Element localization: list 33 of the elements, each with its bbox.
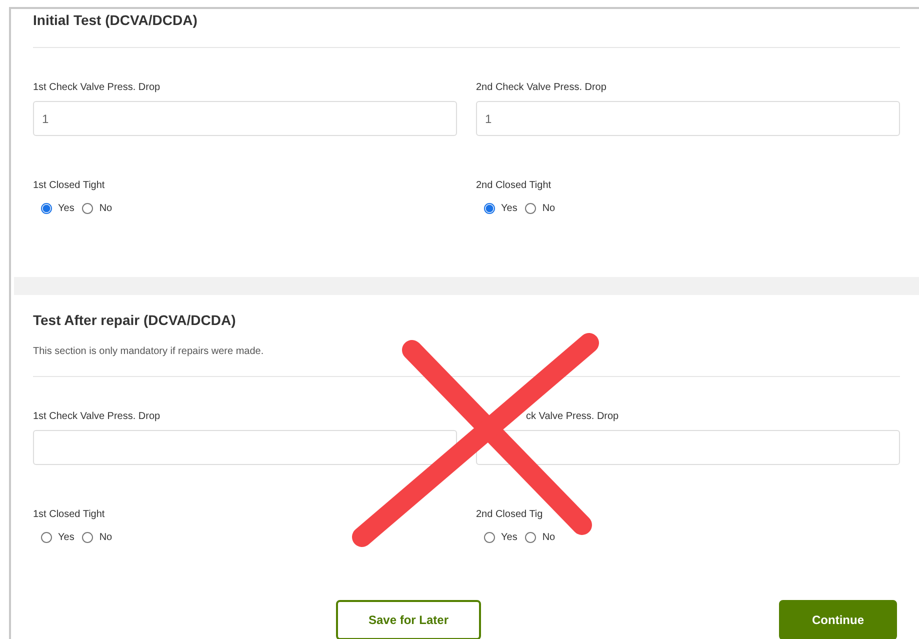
field-label: 2nd Closed Tig <box>476 508 543 522</box>
section-title: Initial Test (DCVA/DCDA) <box>33 11 198 30</box>
radio-button[interactable] <box>82 203 94 214</box>
section-note: This section is only mandatory if repairs were made. <box>33 345 265 359</box>
radio-label: Yes <box>58 532 74 543</box>
radio-label: No <box>542 532 556 543</box>
radio-label: Yes <box>501 203 518 214</box>
input-field[interactable] <box>476 430 900 465</box>
radio-label: Yes <box>501 532 518 543</box>
input-field[interactable]: 1 <box>33 101 457 136</box>
radio-button[interactable] <box>41 532 52 543</box>
radio-button[interactable] <box>82 532 94 543</box>
radio-label: No <box>542 203 556 214</box>
radio-label: Yes <box>58 203 74 214</box>
field-label: ck Valve Press. Drop <box>526 410 619 424</box>
section-title: Test After repair (DCVA/DCDA) <box>33 311 237 330</box>
radio-button[interactable] <box>525 203 536 214</box>
input-field[interactable] <box>33 430 457 465</box>
field-label: 2nd Check Valve Press. Drop <box>476 81 606 95</box>
radio-button[interactable] <box>525 532 536 543</box>
input-field[interactable]: 1 <box>476 101 900 136</box>
field-label: 1st Closed Tight <box>33 179 105 193</box>
save-button[interactable]: Save for Later <box>336 600 481 639</box>
field-label: 1st Check Valve Press. Drop <box>33 81 160 95</box>
radio-button[interactable] <box>484 203 495 214</box>
field-label: 1st Check Valve Press. Drop <box>33 410 160 424</box>
field-label: 2nd Closed Tight <box>476 179 552 193</box>
radio-label: No <box>99 203 112 214</box>
radio-label: No <box>99 532 112 543</box>
radio-button[interactable] <box>41 203 52 214</box>
field-label: 1st Closed Tight <box>33 508 105 522</box>
continue-button[interactable]: Continue <box>779 600 897 639</box>
radio-button[interactable] <box>484 532 495 543</box>
